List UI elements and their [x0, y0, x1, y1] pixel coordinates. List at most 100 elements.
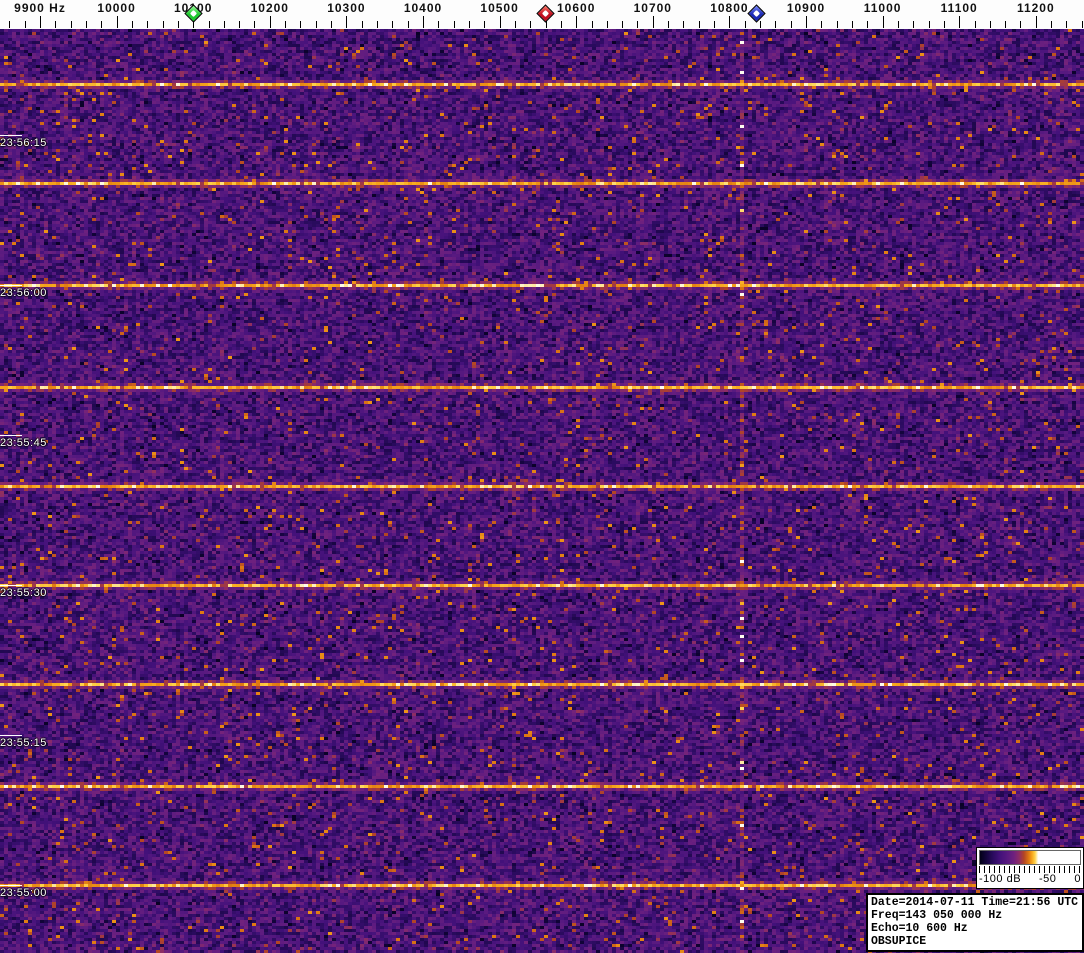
freq-tick-label: 9900 Hz: [14, 1, 66, 15]
freq-tick: [836, 21, 838, 28]
freq-tick: [652, 16, 654, 28]
time-tick: 23:55:00: [0, 885, 47, 899]
freq-tick: [346, 16, 348, 28]
freq-tick: [806, 16, 807, 28]
time-label: 23:55:00: [0, 887, 47, 899]
freq-tick: [851, 21, 853, 28]
time-tick: 23:55:45: [0, 435, 47, 449]
freq-tick: [331, 21, 333, 28]
freq-tick: [683, 21, 685, 28]
freq-tick: [606, 21, 608, 28]
time-tick-line: [0, 435, 22, 436]
time-tick-line: [0, 135, 22, 136]
freq-tick-label: 11200: [1016, 1, 1055, 15]
freq-tick: [1081, 21, 1083, 28]
freq-tick-label: 10700: [633, 1, 672, 15]
freq-tick: [530, 21, 532, 28]
freq-tick: [407, 21, 409, 28]
freq-tick: [361, 21, 363, 28]
color-scale-ticks: [979, 866, 1081, 873]
freq-tick: [989, 21, 991, 28]
spectrogram-screen: 9900 Hz100001010010200103001040010500106…: [0, 0, 1084, 953]
freq-tick: [377, 21, 379, 28]
time-tick: 23:56:15: [0, 135, 47, 149]
freq-tick: [239, 21, 241, 28]
freq-tick: [560, 21, 562, 28]
freq-tick-label: 10300: [327, 1, 366, 15]
freq-tick: [698, 21, 700, 28]
freq-tick: [1035, 16, 1037, 28]
freq-tick: [392, 21, 394, 28]
freq-tick-label: 10800: [710, 1, 749, 15]
freq-tick: [775, 21, 777, 28]
freq-tick: [867, 21, 869, 28]
freq-tick: [468, 21, 470, 28]
freq-tick: [576, 16, 578, 28]
time-label: 23:56:00: [0, 287, 47, 299]
freq-tick: [897, 21, 899, 28]
time-tick-line: [0, 735, 22, 736]
freq-tick-label: 11100: [940, 1, 978, 15]
freq-tick-label: 10500: [480, 1, 519, 15]
freq-tick: [223, 21, 225, 28]
freq-tick: [1005, 21, 1007, 28]
freq-tick: [1066, 21, 1068, 28]
color-gradient-bar: [979, 850, 1081, 865]
freq-tick: [116, 16, 118, 28]
freq-tick-label: 10600: [557, 1, 596, 15]
freq-tick-label: 10000: [97, 1, 136, 15]
waterfall-display[interactable]: [0, 29, 1084, 953]
time-label: 23:55:45: [0, 437, 47, 449]
freq-tick: [622, 21, 624, 28]
freq-tick: [423, 16, 424, 28]
time-label: 23:55:30: [0, 587, 47, 599]
marker-center-dot: [189, 9, 197, 18]
freq-tick: [790, 21, 792, 28]
freq-tick: [499, 16, 501, 28]
time-label: 23:56:15: [0, 137, 47, 149]
freq-tick: [254, 21, 256, 28]
time-tick-line: [0, 885, 22, 886]
time-tick-line: [0, 285, 22, 286]
freq-tick: [959, 16, 961, 28]
freq-tick: [1020, 21, 1022, 28]
info-date-time: Date=2014-07-11 Time=21:56 UTC: [871, 896, 1079, 909]
freq-tick: [453, 21, 455, 28]
freq-tick: [9, 21, 11, 28]
freq-tick: [744, 21, 746, 28]
time-label: 23:55:15: [0, 737, 47, 749]
freq-tick: [162, 21, 164, 28]
freq-tick: [285, 21, 287, 28]
freq-tick: [300, 21, 302, 28]
freq-tick: [315, 21, 317, 28]
legend-label-min: -100 dB: [979, 873, 1022, 885]
freq-tick: [591, 21, 593, 28]
info-echo-offset: Echo=10 600 Hz: [871, 922, 968, 935]
freq-tick: [85, 21, 87, 28]
freq-tick: [928, 21, 930, 28]
freq-tick: [101, 21, 103, 28]
frequency-marker-red-diamond[interactable]: [536, 4, 555, 23]
info-rx-frequency: Freq=143 050 000 Hz: [871, 909, 1003, 922]
freq-tick-label: 10400: [403, 1, 443, 15]
time-tick-line: [0, 585, 22, 586]
freq-tick: [668, 21, 670, 28]
frequency-marker-blue-diamond[interactable]: [747, 4, 766, 23]
freq-tick: [131, 21, 133, 28]
freq-tick-label: 11000: [863, 1, 902, 15]
freq-tick: [55, 21, 57, 28]
legend-label-max: 0: [1074, 873, 1081, 885]
freq-tick: [821, 21, 823, 28]
freq-tick: [637, 21, 639, 28]
freq-tick: [882, 16, 884, 28]
info-readout: Date=2014-07-11 Time=21:56 UTC Freq=143 …: [866, 893, 1084, 952]
freq-tick: [514, 21, 516, 28]
freq-tick: [40, 16, 41, 28]
time-tick: 23:55:15: [0, 735, 47, 749]
frequency-ruler[interactable]: 9900 Hz100001010010200103001040010500106…: [0, 0, 1084, 29]
time-tick: 23:56:00: [0, 285, 47, 299]
freq-tick: [70, 21, 72, 28]
freq-tick: [24, 21, 26, 28]
freq-tick: [943, 21, 945, 28]
marker-center-dot: [542, 9, 550, 18]
